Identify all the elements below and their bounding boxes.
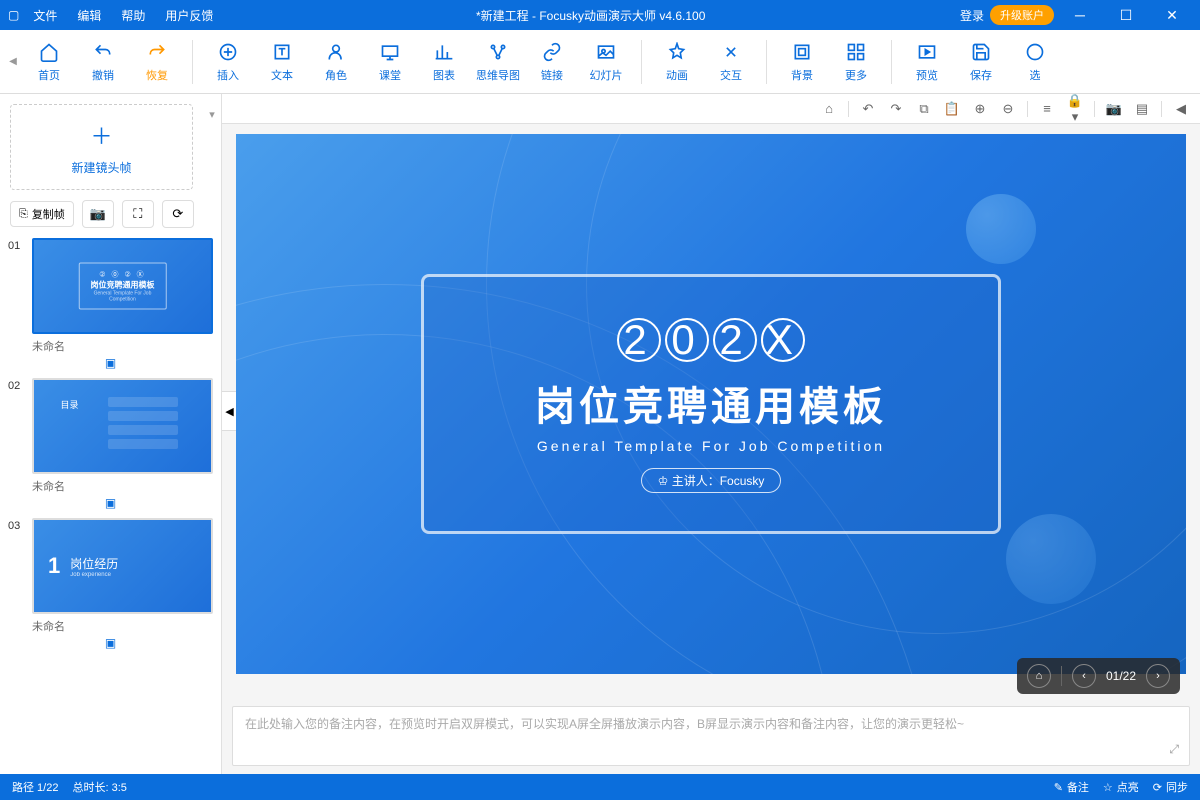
rotate-right-icon[interactable]: ↷ [887, 101, 905, 117]
transition-icon[interactable]: ▣ [8, 636, 213, 650]
layers-icon[interactable]: ▤ [1133, 101, 1151, 117]
animation-button[interactable]: 动画 [650, 34, 704, 90]
nav-prev-button[interactable]: ‹ [1072, 664, 1096, 688]
canvas-toolbar: ⌂ ↶ ↷ ⧉ 📋 ⊕ ⊖ ≡ 🔒▾ 📷 ▤ ◀ [222, 94, 1200, 124]
transition-icon[interactable]: ▣ [8, 496, 213, 510]
nav-home-icon[interactable]: ⌂ [1027, 664, 1051, 688]
canvas[interactable]: ◀ 202X 岗位竞聘通用模板 General Template For Job… [222, 124, 1200, 698]
slide-thumbnail-3[interactable]: 03 1 岗位经历 Job experience 未命名 ▣ [8, 518, 213, 650]
slide-thumbnail-2[interactable]: 02 目录 未命名 ▣ [8, 378, 213, 510]
menu-file[interactable]: 文件 [25, 3, 65, 28]
zoom-out-icon[interactable]: ⊖ [999, 101, 1017, 117]
transition-icon[interactable]: ▣ [8, 356, 213, 370]
menu-edit[interactable]: 编辑 [69, 3, 109, 28]
redo-button[interactable]: 恢复 [130, 34, 184, 90]
save-button[interactable]: 保存 [954, 34, 1008, 90]
presenter-label: ♔ 主讲人：Focusky [641, 468, 782, 493]
copy-icon[interactable]: ⧉ [915, 101, 933, 117]
remark-button[interactable]: ✎ 备注 [1054, 779, 1089, 795]
new-frame-button[interactable]: ＋ 新建镜头帧 [10, 104, 193, 190]
slide-thumbnail-1[interactable]: 01 ② ⓪ ② Ⓧ 岗位竞聘通用模板 General Template For… [8, 238, 213, 370]
maximize-button[interactable]: ☐ [1106, 7, 1146, 24]
link-button[interactable]: 链接 [525, 34, 579, 90]
plus-icon: ＋ [90, 119, 112, 151]
scan-button[interactable]: ⛶ [122, 200, 154, 228]
class-button[interactable]: 课堂 [363, 34, 417, 90]
status-bar: 路径 1/22 总时长: 3:5 ✎ 备注 ☆ 点亮 ⟳ 同步 [0, 774, 1200, 800]
home-icon[interactable]: ⌂ [820, 101, 838, 116]
interact-button[interactable]: 交互 [704, 34, 758, 90]
lock-icon[interactable]: 🔒▾ [1066, 94, 1084, 125]
rotate-left-icon[interactable]: ↶ [859, 101, 877, 117]
page-indicator: 01/22 [1106, 669, 1136, 683]
menu-bar: 文件 编辑 帮助 用户反馈 [25, 3, 221, 28]
canvas-area: ⌂ ↶ ↷ ⧉ 📋 ⊕ ⊖ ≡ 🔒▾ 📷 ▤ ◀ ◀ [222, 94, 1200, 774]
undo-button[interactable]: 撤销 [76, 34, 130, 90]
paste-icon[interactable]: 📋 [943, 101, 961, 117]
year-text: 202X [615, 316, 807, 364]
highlight-button[interactable]: ☆ 点亮 [1103, 779, 1139, 795]
expand-icon[interactable]: ⤢ [1169, 742, 1179, 757]
copy-frame-button[interactable]: ⎘ 复制帧 [10, 201, 74, 227]
toolbar-scroll-left[interactable]: ◀ [6, 34, 20, 90]
slide-list: 01 ② ⓪ ② Ⓧ 岗位竞聘通用模板 General Template For… [0, 238, 221, 774]
slide-panel: ＋ 新建镜头帧 ▾ ⎘ 复制帧 📷 ⛶ ⟳ 01 ② ⓪ ② Ⓧ 岗位竞聘通用模… [0, 94, 222, 774]
more-button[interactable]: 更多 [829, 34, 883, 90]
align-icon[interactable]: ≡ [1038, 101, 1056, 116]
panel-collapse-icon[interactable]: ▾ [203, 94, 221, 121]
close-button[interactable]: ✕ [1152, 7, 1192, 24]
nav-next-button[interactable]: › [1146, 664, 1170, 688]
snapshot-icon[interactable]: 📷 [1105, 101, 1123, 117]
slide-canvas[interactable]: 202X 岗位竞聘通用模板 General Template For Job C… [236, 134, 1186, 674]
select-button[interactable]: 选 [1008, 34, 1062, 90]
window-title: *新建工程 - Focusky动画演示大师 v4.6.100 [221, 7, 960, 24]
chart-button[interactable]: 图表 [417, 34, 471, 90]
home-button[interactable]: 首页 [22, 34, 76, 90]
duration-status: 总时长: 3:5 [72, 779, 126, 795]
mindmap-button[interactable]: 思维导图 [471, 34, 525, 90]
zoom-in-icon[interactable]: ⊕ [971, 101, 989, 117]
menu-feedback[interactable]: 用户反馈 [157, 3, 221, 28]
main-toolbar: ◀ 首页 撤销 恢复 插入 文本 角色 课堂 图表 思维导图 链接 幻灯片 动画… [0, 30, 1200, 94]
text-button[interactable]: 文本 [255, 34, 309, 90]
main-title: 岗位竞聘通用模板 [535, 374, 887, 432]
page-navigator: ⌂ ‹ 01/22 › [1017, 658, 1180, 694]
preview-button[interactable]: 预览 [900, 34, 954, 90]
titlebar: ▢ 文件 编辑 帮助 用户反馈 *新建工程 - Focusky动画演示大师 v4… [0, 0, 1200, 30]
camera-button[interactable]: 📷 [82, 200, 114, 228]
insert-button[interactable]: 插入 [201, 34, 255, 90]
upgrade-button[interactable]: 升级账户 [990, 5, 1054, 25]
role-button[interactable]: 角色 [309, 34, 363, 90]
refresh-button[interactable]: ⟳ [162, 200, 194, 228]
app-icon: ▢ [8, 8, 19, 22]
minimize-button[interactable]: ─ [1060, 7, 1100, 23]
path-status: 路径 1/22 [12, 779, 58, 795]
login-link[interactable]: 登录 [960, 7, 984, 24]
background-button[interactable]: 背景 [775, 34, 829, 90]
slide-button[interactable]: 幻灯片 [579, 34, 633, 90]
menu-help[interactable]: 帮助 [113, 3, 153, 28]
title-box: 202X 岗位竞聘通用模板 General Template For Job C… [421, 274, 1001, 534]
notes-input[interactable]: 在此处输入您的备注内容，在预览时开启双屏模式，可以实现A屏全屏播放演示内容，B屏… [232, 706, 1190, 766]
sync-button[interactable]: ⟳ 同步 [1153, 779, 1188, 795]
toggle-icon[interactable]: ◀ [1172, 101, 1190, 117]
sub-title: General Template For Job Competition [537, 438, 885, 454]
